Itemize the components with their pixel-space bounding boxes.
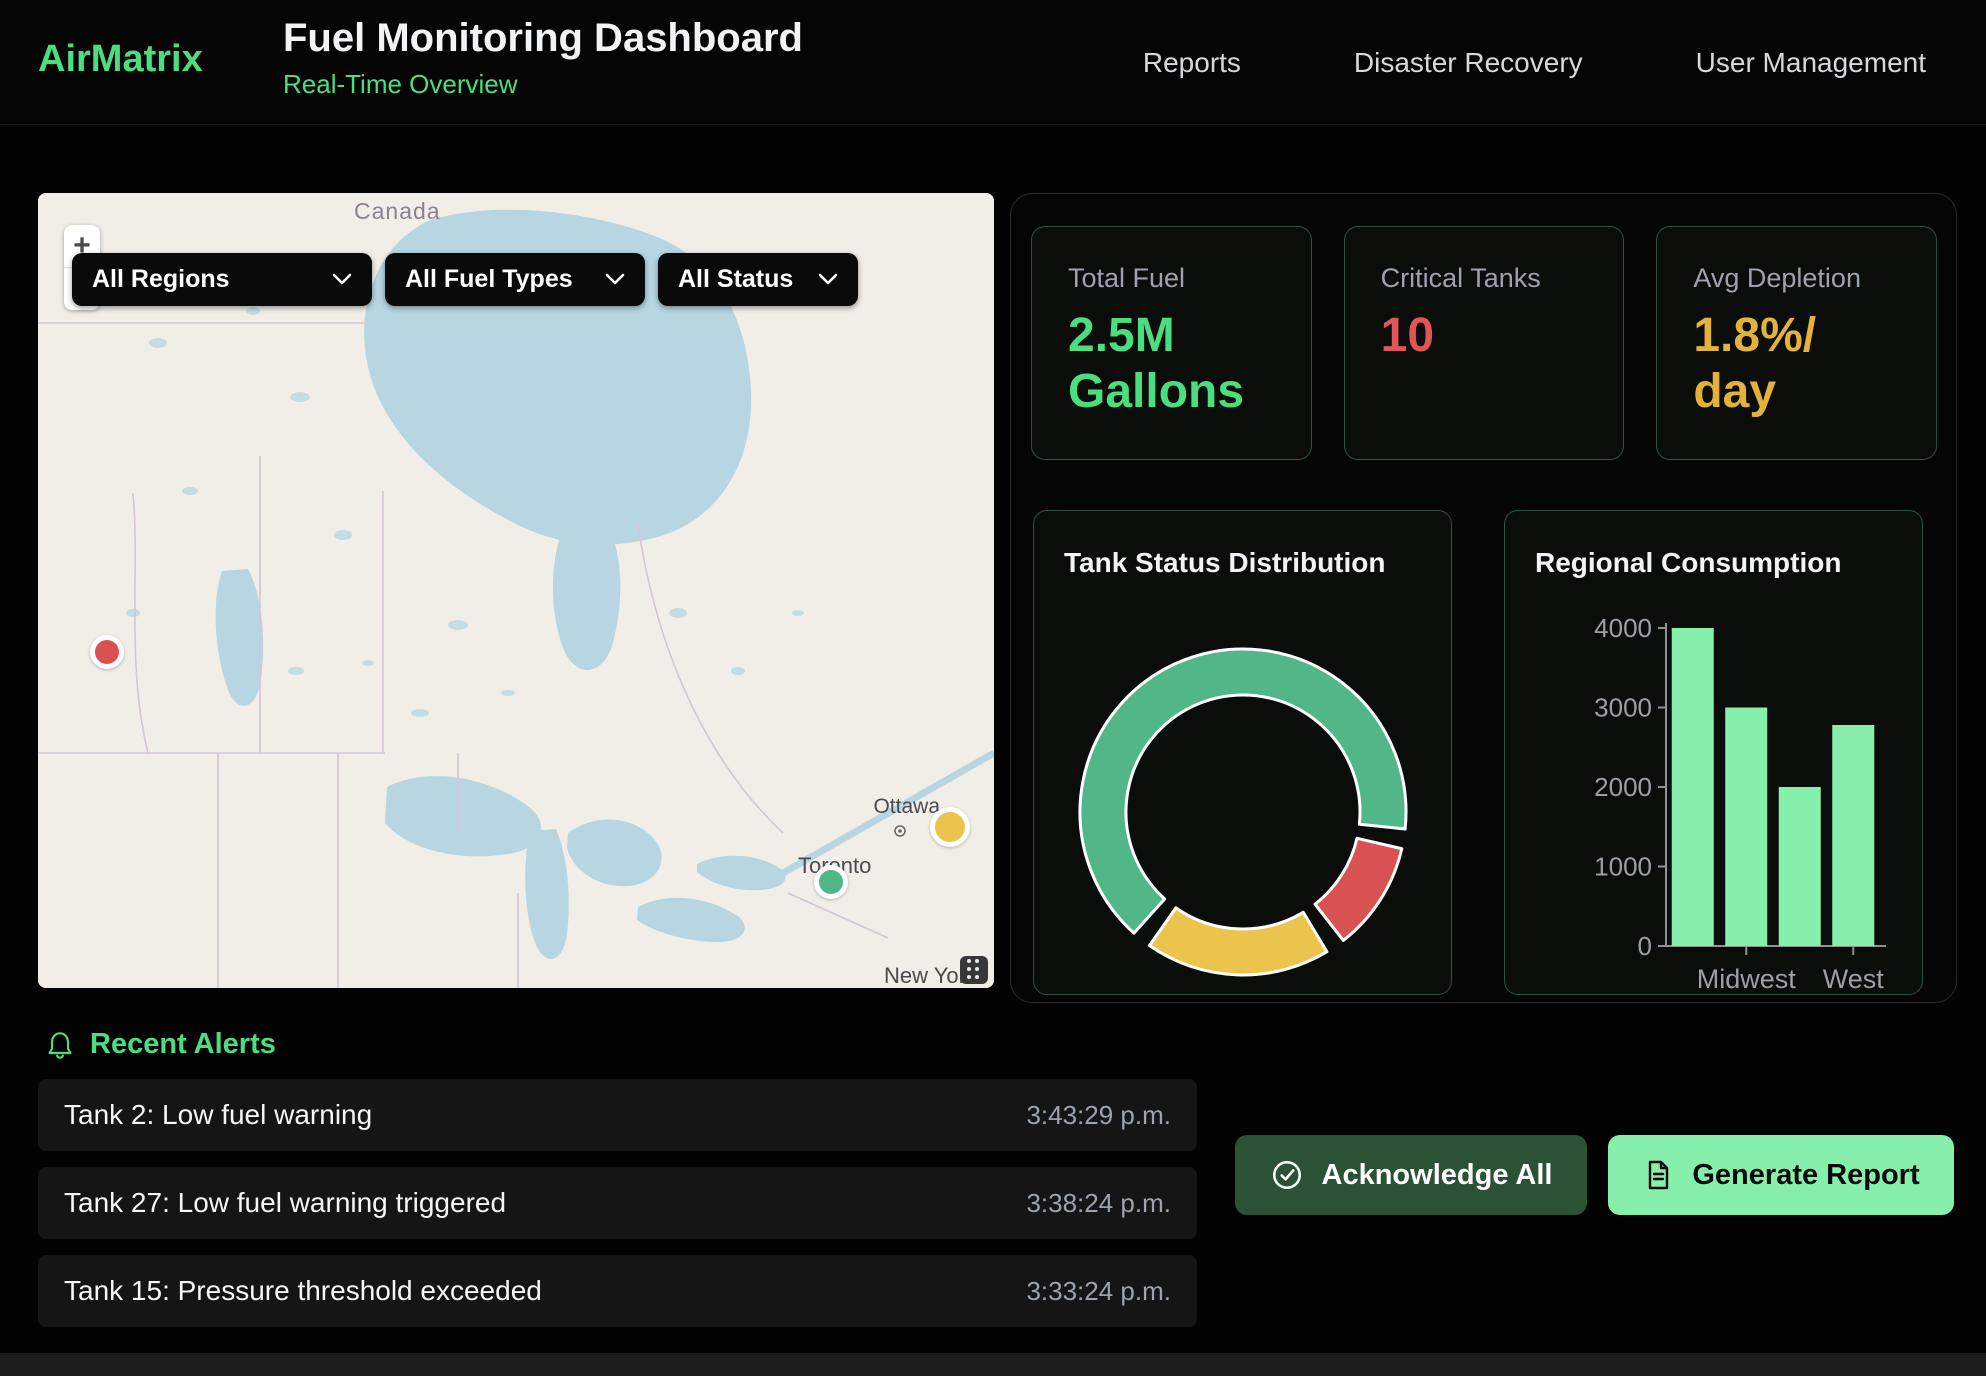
header: AirMatrix Fuel Monitoring Dashboard Real… — [0, 0, 1986, 125]
alert-timestamp: 3:38:24 p.m. — [1026, 1188, 1171, 1219]
bar-y-tick-label: 1000 — [1594, 852, 1652, 882]
nav-item-disaster-recovery[interactable]: Disaster Recovery — [1354, 47, 1583, 79]
bar-y-tick-label: 0 — [1638, 931, 1652, 961]
stat-value: 2.5MGallons — [1068, 308, 1311, 420]
generate-report-button[interactable]: Generate Report — [1608, 1135, 1954, 1215]
bell-icon — [44, 1029, 76, 1061]
chevron-down-icon — [818, 273, 838, 286]
alert-message: Tank 2: Low fuel warning — [64, 1099, 372, 1131]
bar-3 — [1832, 725, 1874, 946]
stat-value: 10 — [1381, 308, 1624, 364]
stat-value-line: 2.5M — [1068, 308, 1311, 364]
page-title: Fuel Monitoring Dashboard — [283, 16, 803, 61]
alert-list: Tank 2: Low fuel warning3:43:29 p.m.Tank… — [38, 1079, 1197, 1343]
generate-report-label: Generate Report — [1692, 1159, 1919, 1192]
stat-value-line: day — [1693, 364, 1936, 420]
alert-row[interactable]: Tank 27: Low fuel warning triggered 3:38:… — [38, 1167, 1197, 1239]
map-panel[interactable]: Canada Ottawa Toronto New York + All Reg… — [38, 193, 994, 988]
alert-row[interactable]: Tank 2: Low fuel warning 3:43:29 p.m. — [38, 1079, 1197, 1151]
chevron-down-icon — [332, 273, 352, 286]
donut-chart-title: Tank Status Distribution — [1064, 547, 1386, 579]
bar-0 — [1672, 628, 1714, 946]
nav-item-reports[interactable]: Reports — [1143, 47, 1241, 79]
stat-value-line: Gallons — [1068, 364, 1311, 420]
filter-label: All Status — [678, 265, 793, 294]
title-block: Fuel Monitoring Dashboard Real-Time Over… — [283, 16, 803, 100]
acknowledge-all-button[interactable]: Acknowledge All — [1235, 1135, 1587, 1215]
donut-segment-warning — [1150, 908, 1327, 975]
filter-all-regions[interactable]: All Regions — [72, 253, 372, 306]
stat-card-total-fuel: Total Fuel 2.5MGallons — [1031, 226, 1312, 460]
metrics-panel: Total Fuel 2.5MGallons Critical Tanks 10 Avg… — [1010, 193, 1957, 1003]
alert-row[interactable]: Tank 15: Pressure threshold exceeded 3:33… — [38, 1255, 1197, 1327]
map-marker-critical[interactable] — [90, 635, 124, 669]
map-label-canada: Canada — [354, 198, 441, 224]
stat-label: Avg Depletion — [1693, 263, 1936, 294]
filter-label: All Fuel Types — [405, 265, 573, 294]
footer-strip — [0, 1353, 1986, 1376]
filter-label: All Regions — [92, 265, 230, 294]
map-label-ottawa: Ottawa — [873, 795, 940, 818]
filter-all-status[interactable]: All Status — [658, 253, 858, 306]
tank-status-card: Tank Status Distribution — [1033, 510, 1452, 995]
map-drag-handle-icon[interactable] — [960, 956, 988, 984]
alert-message: Tank 27: Low fuel warning triggered — [64, 1187, 506, 1219]
brand-logo: AirMatrix — [38, 38, 203, 81]
alert-timestamp: 3:43:29 p.m. — [1026, 1100, 1171, 1131]
map-marker-normal[interactable] — [814, 865, 848, 899]
alert-message: Tank 15: Pressure threshold exceeded — [64, 1275, 542, 1307]
regional-consumption-bar-chart: 0 1000 2000 3000 4000 Midwest West — [1505, 511, 1924, 996]
map-filter-row: All Regions All Fuel Types All Status — [72, 253, 858, 306]
map-canvas: Canada Ottawa Toronto New York — [38, 193, 994, 988]
charts-row: Tank Status Distribution Regional Consum… — [1033, 510, 1923, 995]
bar-x-tick-label-midwest: Midwest — [1697, 964, 1797, 994]
nav: Reports Disaster Recovery User Management — [1143, 0, 1926, 125]
bar-y-tick-label: 3000 — [1594, 693, 1652, 723]
bar-y-tick-label: 4000 — [1594, 613, 1652, 643]
bar-2 — [1779, 787, 1821, 946]
tank-status-donut-chart — [1034, 601, 1452, 996]
stat-value-line: 10 — [1381, 308, 1624, 364]
document-icon — [1642, 1159, 1674, 1191]
stat-value: 1.8%/day — [1693, 308, 1936, 420]
map-marker-warning[interactable] — [930, 807, 970, 847]
stat-card-critical-tanks: Critical Tanks 10 — [1344, 226, 1625, 460]
acknowledge-all-label: Acknowledge All — [1322, 1159, 1553, 1192]
check-circle-icon — [1270, 1158, 1304, 1192]
alerts-header: Recent Alerts — [44, 1028, 276, 1061]
stats-row: Total Fuel 2.5MGallons Critical Tanks 10 Avg… — [1031, 226, 1937, 460]
alerts-title: Recent Alerts — [90, 1028, 276, 1061]
fuel-monitoring-dashboard: AirMatrix Fuel Monitoring Dashboard Real… — [0, 0, 1986, 1376]
alert-timestamp: 3:33:24 p.m. — [1026, 1276, 1171, 1307]
filter-all-fuel-types[interactable]: All Fuel Types — [385, 253, 645, 306]
bar-y-tick-label: 2000 — [1594, 772, 1652, 802]
nav-item-user-management[interactable]: User Management — [1696, 47, 1926, 79]
donut-segment-critical — [1315, 838, 1402, 940]
stat-label: Total Fuel — [1068, 263, 1311, 294]
stat-label: Critical Tanks — [1381, 263, 1624, 294]
stat-card-avg-depletion: Avg Depletion 1.8%/day — [1656, 226, 1937, 460]
bar-1 — [1725, 708, 1767, 947]
chevron-down-icon — [605, 273, 625, 286]
bar-x-tick-label-west: West — [1823, 964, 1885, 994]
page-subtitle: Real-Time Overview — [283, 69, 803, 100]
regional-consumption-card: Regional Consumption 01000200030004000Mi… — [1504, 510, 1923, 995]
stat-value-line: 1.8%/ — [1693, 308, 1936, 364]
